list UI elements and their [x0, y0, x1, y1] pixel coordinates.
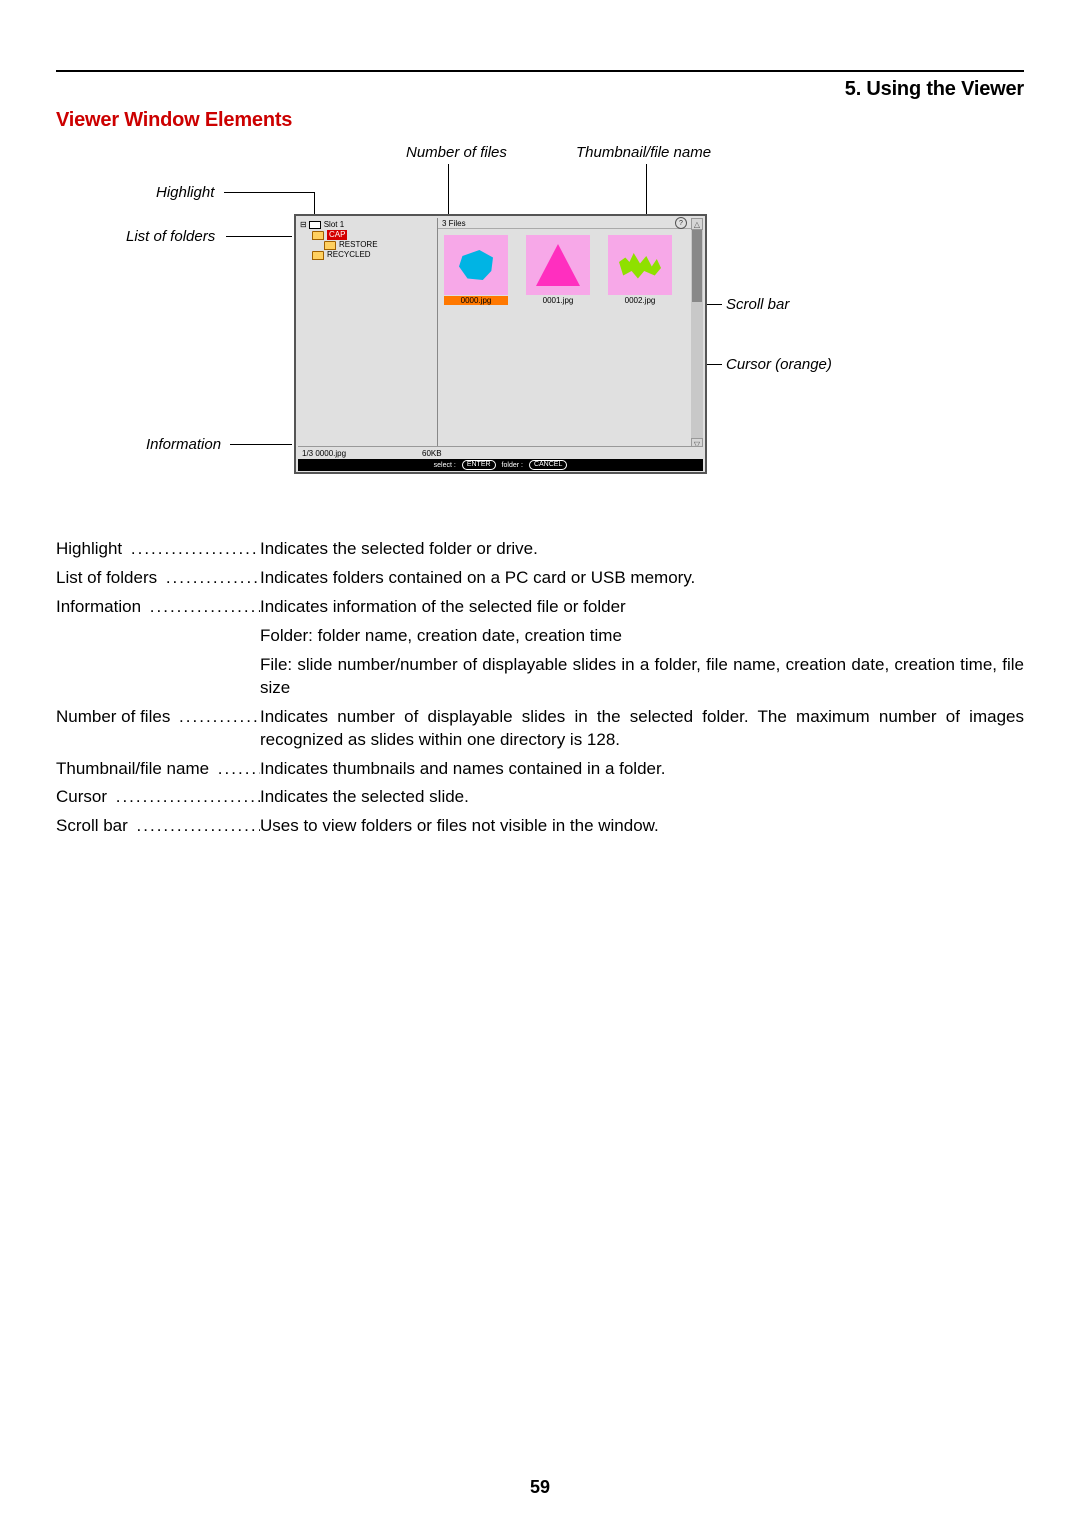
def-term: Cursor	[56, 787, 109, 806]
folder-tree: ⊟ Slot 1 CAP RESTORE RECYCLED	[298, 218, 438, 450]
slot-label: Slot 1	[324, 220, 344, 230]
hint-folder-label: folder :	[502, 462, 523, 469]
folder-cap-label: CAP	[327, 230, 347, 240]
def-desc: Indicates number of displayable slides i…	[260, 706, 1024, 752]
manual-page: 5. Using the Viewer Viewer Window Elemen…	[0, 0, 1080, 1526]
section-title: Viewer Window Elements	[56, 109, 1024, 132]
folder-icon	[312, 251, 324, 260]
leader-line	[230, 444, 292, 445]
tree-row-cap: CAP	[300, 230, 435, 240]
def-desc: Indicates the selected folder or drive.	[260, 538, 1024, 561]
thumb-label-0002: 0002.jpg	[608, 296, 672, 305]
def-desc: Indicates the selected slide.	[260, 786, 1024, 809]
page-number: 59	[0, 1477, 1080, 1498]
callout-list-of-folders: List of folders	[126, 228, 215, 245]
def-highlight: Highlight Indicates the selected folder …	[56, 538, 1024, 561]
header-rule	[56, 70, 1024, 72]
viewer-diagram: Number of files Thumbnail/file name High…	[56, 138, 1024, 478]
def-list-of-folders: List of folders Indicates folders contai…	[56, 567, 1024, 590]
def-cursor: Cursor Indicates the selected slide.	[56, 786, 1024, 809]
callout-thumbnail-file-name: Thumbnail/file name	[576, 144, 711, 161]
def-desc: Indicates information of the selected fi…	[260, 596, 1024, 619]
def-information-cont2: File: slide number/number of displayable…	[260, 654, 1024, 700]
def-term: List of folders	[56, 568, 159, 587]
leader-line	[646, 164, 647, 220]
folder-restore-label: RESTORE	[339, 240, 378, 250]
callout-highlight: Highlight	[156, 184, 214, 201]
leader-line	[226, 236, 292, 237]
leader-line	[448, 164, 449, 220]
files-count: 3 Files	[442, 219, 466, 228]
def-scroll-bar: Scroll bar Uses to view folders or files…	[56, 815, 1024, 838]
folder-icon	[312, 231, 324, 240]
def-number-of-files: Number of files Indicates number of disp…	[56, 706, 1024, 752]
thumb-shape-icon	[459, 250, 493, 280]
thumb-label-0001: 0001.jpg	[526, 296, 590, 305]
def-desc: Indicates thumbnails and names contained…	[260, 758, 1024, 781]
definitions-list: Highlight Indicates the selected folder …	[56, 538, 1024, 838]
callout-information: Information	[146, 436, 221, 453]
thumb-label-0000: 0000.jpg	[444, 296, 508, 305]
leader-line	[224, 192, 314, 193]
def-term: Number of files	[56, 707, 172, 726]
info-bar: 1/3 0000.jpg 60KB select : ENTER folder …	[298, 446, 703, 470]
card-icon	[309, 221, 321, 229]
tree-row-slot: ⊟ Slot 1	[300, 220, 435, 230]
callout-number-of-files: Number of files	[406, 144, 507, 161]
callout-cursor: Cursor (orange)	[726, 356, 832, 373]
info-filename: 1/3 0000.jpg	[302, 449, 422, 458]
scroll-bar[interactable]: △ ▽	[691, 218, 703, 450]
info-filesize: 60KB	[422, 449, 442, 458]
cancel-key-pill: CANCEL	[529, 460, 567, 470]
enter-key-pill: ENTER	[462, 460, 496, 470]
thumb-header: 3 Files ?	[438, 218, 691, 229]
chapter-title: 5. Using the Viewer	[56, 78, 1024, 101]
def-information: Information Indicates information of the…	[56, 596, 1024, 619]
thumbnail-0000: 0000.jpg	[444, 235, 508, 305]
viewer-window: ⊟ Slot 1 CAP RESTORE RECYCLED	[294, 214, 707, 474]
hint-select-label: select :	[434, 462, 456, 469]
thumbnail-panel: 3 Files ? 0000.jpg 0001.jpg	[438, 218, 691, 450]
def-desc: Uses to view folders or files not visibl…	[260, 815, 1024, 838]
scroll-up-icon[interactable]: △	[691, 218, 703, 230]
help-icon: ?	[675, 217, 687, 229]
thumb-shape-icon	[536, 244, 580, 286]
def-term: Scroll bar	[56, 816, 130, 835]
thumbnail-0001: 0001.jpg	[526, 235, 590, 305]
def-information-cont1: Folder: folder name, creation date, crea…	[260, 625, 1024, 648]
thumb-shape-icon	[619, 250, 661, 280]
callout-scroll-bar: Scroll bar	[726, 296, 789, 313]
folder-recycled-label: RECYCLED	[327, 250, 371, 260]
def-term: Highlight	[56, 539, 124, 558]
def-term: Thumbnail/file name	[56, 759, 211, 778]
def-term: Information	[56, 597, 143, 616]
def-thumbnail-file-name: Thumbnail/file name Indicates thumbnails…	[56, 758, 1024, 781]
def-desc: Indicates folders contained on a PC card…	[260, 567, 1024, 590]
tree-row-restore: RESTORE	[300, 240, 435, 250]
folder-icon	[324, 241, 336, 250]
thumbnail-0002: 0002.jpg	[608, 235, 672, 305]
scroll-thumb[interactable]	[692, 230, 702, 302]
tree-row-recycled: RECYCLED	[300, 250, 435, 260]
